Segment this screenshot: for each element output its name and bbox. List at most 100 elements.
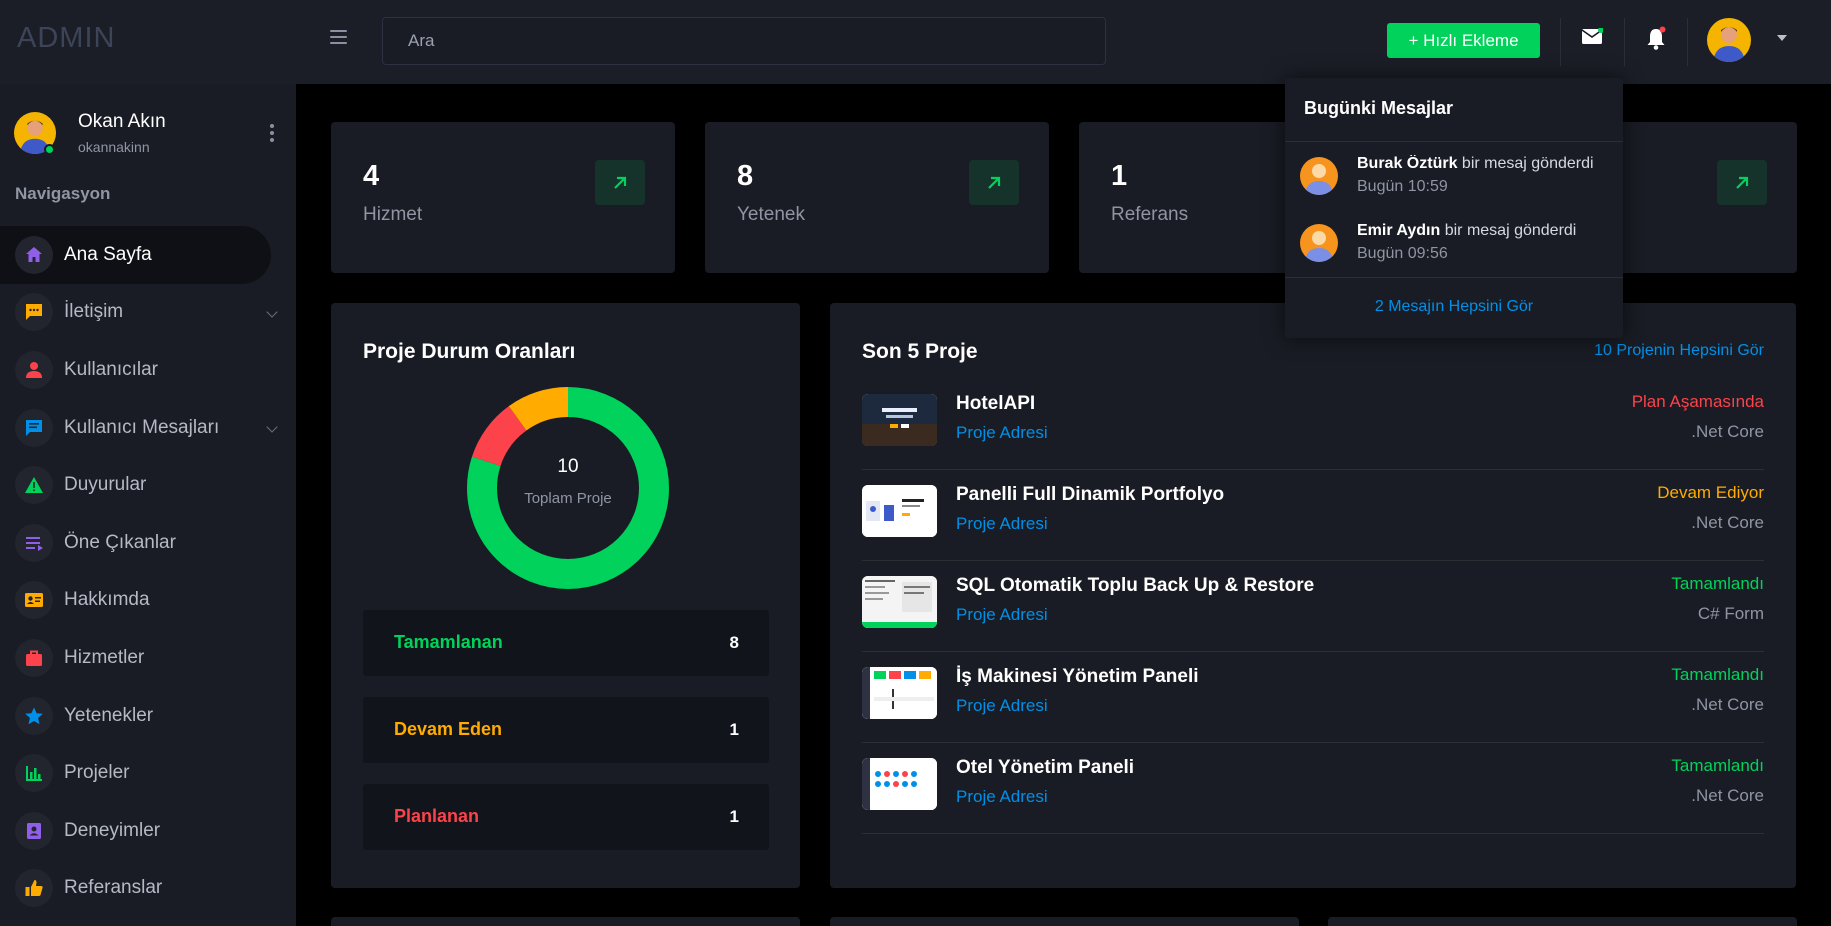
top-navbar: ADMIN + Hızlı Ekleme [0, 0, 1831, 84]
stat-card-yetenek: 8 Yetenek [705, 122, 1049, 273]
id-card-icon [15, 581, 53, 620]
project-status: Devam Ediyor [1657, 483, 1764, 502]
stat-label: Hizmet [363, 204, 423, 225]
project-url-link[interactable]: Proje Adresi [956, 605, 1048, 625]
sidebar-item-label: Kullanıcılar [64, 358, 158, 380]
panel-title: Son 5 Proje [862, 340, 978, 363]
stat-label: Yetenek [737, 204, 805, 225]
status-row-planned: Planlanan 1 [363, 784, 769, 850]
sidebar-item-iletisim[interactable]: İletişim [0, 284, 296, 342]
project-tech: C# Form [1697, 604, 1764, 623]
project-thumbnail[interactable] [862, 758, 937, 810]
message-time: Bugün 09:56 [1357, 245, 1448, 262]
sidebar-item-label: Öne Çıkanlar [64, 531, 176, 553]
menu-icon[interactable] [330, 30, 347, 44]
sidebar-item-label: Referanslar [64, 877, 163, 899]
status-row-completed: Tamamlanan 8 [363, 610, 769, 676]
message-item[interactable]: Burak Öztürk bir mesaj gönderdi Bugün 10… [1285, 142, 1623, 208]
sidebar-item-label: Hizmetler [64, 646, 145, 668]
mail-icon[interactable] [1581, 28, 1603, 45]
stat-label: Referans [1111, 204, 1189, 225]
project-row: İş Makinesi Yönetim Paneli Proje Adresi … [862, 652, 1764, 743]
sidebar-item-one-cikanlar[interactable]: Öne Çıkanlar [0, 514, 296, 572]
messages-dropdown: Bugünki Mesajlar Burak Öztürk bir mesaj … [1285, 78, 1623, 338]
quick-add-button[interactable]: + Hızlı Ekleme [1387, 23, 1540, 58]
message-text: Emir Aydın bir mesaj gönderdi [1357, 222, 1607, 240]
arrow-up-right-icon[interactable] [969, 160, 1019, 205]
divider [1285, 277, 1623, 278]
dropdown-title: Bugünki Mesajlar [1304, 98, 1454, 118]
bell-icon[interactable] [1645, 26, 1667, 50]
divider [1560, 18, 1561, 66]
project-row: Panelli Full Dinamik Portfolyo Proje Adr… [862, 470, 1764, 561]
message-time: Bugün 10:59 [1357, 178, 1448, 195]
status-donut-chart: 10 Toplam Proje [466, 386, 670, 590]
project-thumbnail[interactable] [862, 394, 937, 446]
project-thumbnail[interactable] [862, 485, 937, 537]
avatar [1300, 157, 1338, 195]
status-label: Planlanan [394, 806, 480, 826]
sidebar-item-label: Hakkımda [64, 589, 150, 611]
project-tech: .Net Core [1691, 513, 1764, 532]
search-input[interactable] [382, 17, 1106, 65]
star-icon [15, 696, 53, 735]
project-status-panel: Proje Durum Oranları 10 Toplam Proje Tam… [331, 303, 800, 888]
nav-heading: Navigasyon [15, 184, 111, 203]
project-row: HotelAPI Proje Adresi Plan Aşamasında .N… [862, 379, 1764, 470]
sidebar-item-label: Ana Sayfa [64, 243, 152, 265]
stat-card-hizmet: 4 Hizmet [331, 122, 675, 273]
profile-username: okannakinn [78, 139, 150, 155]
panel-title: Proje Durum Oranları [363, 340, 576, 363]
message-item[interactable]: Emir Aydın bir mesaj gönderdi Bugün 09:5… [1285, 209, 1623, 275]
project-url-link[interactable]: Proje Adresi [956, 696, 1048, 716]
sidebar-item-kullanici-mesajlari[interactable]: Kullanıcı Mesajları [0, 399, 296, 457]
sidebar-item-hizmetler[interactable]: Hizmetler [0, 629, 296, 687]
project-url-link[interactable]: Proje Adresi [956, 423, 1048, 443]
project-url-link[interactable]: Proje Adresi [956, 787, 1048, 807]
sidebar-item-projeler[interactable]: Projeler [0, 744, 296, 802]
project-tech: .Net Core [1691, 695, 1764, 714]
sidebar-item-ana-sayfa[interactable]: Ana Sayfa [0, 226, 271, 284]
status-label: Devam Eden [394, 719, 503, 739]
arrow-up-right-icon[interactable] [1717, 160, 1767, 205]
project-tech: .Net Core [1691, 786, 1764, 805]
nav-list: Ana Sayfa İletişim Kullanıcılar Kullanıc… [0, 226, 296, 917]
project-status: Tamamlandı [1671, 574, 1764, 593]
project-thumbnail[interactable] [862, 667, 937, 719]
sidebar-item-label: Kullanıcı Mesajları [64, 416, 220, 438]
sidebar-item-label: Deneyimler [64, 819, 161, 841]
sidebar-item-label: Duyurular [64, 474, 147, 496]
brand-logo[interactable]: ADMIN [17, 22, 115, 55]
project-thumbnail[interactable] [862, 576, 937, 628]
chevron-down-icon [266, 421, 278, 433]
project-name: İş Makinesi Yönetim Paneli [956, 666, 1199, 687]
more-options-icon[interactable] [270, 124, 274, 142]
divider [1687, 18, 1688, 66]
chevron-down-icon[interactable] [1777, 35, 1787, 41]
recent-projects-panel: Son 5 Proje 10 Projenin Hepsini Gör Hote… [830, 303, 1796, 888]
see-all-projects-link[interactable]: 10 Projenin Hepsini Gör [1594, 342, 1764, 360]
alert-icon [15, 466, 53, 505]
project-name: Panelli Full Dinamik Portfolyo [956, 484, 1225, 505]
thumbs-up-icon [15, 869, 53, 908]
project-status: Tamamlandı [1671, 756, 1764, 775]
avatar[interactable] [1707, 18, 1751, 62]
online-status-dot [44, 144, 55, 155]
sidebar: Okan Akın okannakinn Navigasyon Ana Sayf… [0, 84, 296, 926]
donut-total: 10 [557, 456, 579, 477]
project-name: HotelAPI [956, 393, 1036, 414]
sidebar-item-duyurular[interactable]: Duyurular [0, 456, 296, 514]
project-name: Otel Yönetim Paneli [956, 757, 1135, 778]
sidebar-item-yetenekler[interactable]: Yetenekler [0, 687, 296, 745]
arrow-up-right-icon[interactable] [595, 160, 645, 205]
message-text: Burak Öztürk bir mesaj gönderdi [1357, 155, 1607, 173]
bottom-card [331, 917, 800, 926]
sidebar-item-referanslar[interactable]: Referanslar [0, 860, 296, 918]
sidebar-item-deneyimler[interactable]: Deneyimler [0, 802, 296, 860]
sidebar-item-label: Yetenekler [64, 704, 154, 726]
project-url-link[interactable]: Proje Adresi [956, 514, 1048, 534]
see-all-messages-link[interactable]: 2 Mesajın Hepsini Gör [1285, 298, 1623, 316]
sidebar-item-hakkimda[interactable]: Hakkımda [0, 572, 296, 630]
sidebar-item-kullanicilar[interactable]: Kullanıcılar [0, 341, 296, 399]
status-count: 8 [729, 633, 739, 652]
